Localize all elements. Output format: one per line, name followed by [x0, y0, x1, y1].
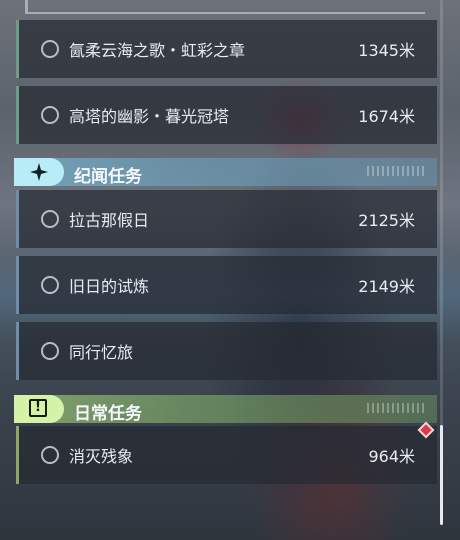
task-radio-icon[interactable] — [41, 446, 59, 464]
task-row[interactable]: 旧日的试炼 2149米 — [16, 256, 437, 314]
task-row[interactable]: 消灭残象 964米 — [16, 426, 437, 484]
sparkle-star-icon — [30, 163, 48, 181]
task-distance: 2149米 — [358, 277, 415, 296]
quest-list: 氤柔云海之歌・虹彩之章 1345米 高塔的幽影・暮光冠塔 1674米 纪闻任务 … — [0, 0, 460, 540]
task-distance: 1345米 — [358, 41, 415, 60]
task-name: 同行忆旅 — [69, 343, 134, 362]
task-radio-icon[interactable] — [41, 40, 59, 58]
task-radio-icon[interactable] — [41, 276, 59, 294]
task-distance: 1674米 — [358, 107, 415, 126]
task-radio-icon[interactable] — [41, 210, 59, 228]
task-distance: 964米 — [368, 447, 415, 466]
task-row[interactable]: 同行忆旅 — [16, 322, 437, 380]
section-decoration — [367, 166, 427, 176]
section-tab: ! — [14, 395, 64, 423]
section-tab — [14, 158, 64, 186]
scrollbar-thumb[interactable] — [440, 425, 443, 525]
task-name: 氤柔云海之歌・虹彩之章 — [69, 41, 246, 60]
task-distance: 2125米 — [358, 211, 415, 230]
task-row[interactable]: 高塔的幽影・暮光冠塔 1674米 — [16, 86, 437, 144]
task-name: 旧日的试炼 — [69, 277, 150, 296]
section-title: 日常任务 — [74, 404, 142, 424]
section-header-lore-quests[interactable]: 纪闻任务 — [14, 158, 437, 187]
section-header-daily-quests[interactable]: ! 日常任务 — [14, 395, 437, 424]
task-name: 消灭残象 — [69, 447, 134, 466]
task-row[interactable]: 拉古那假日 2125米 — [16, 190, 437, 248]
task-name: 拉古那假日 — [69, 211, 150, 230]
task-name: 高塔的幽影・暮光冠塔 — [69, 107, 230, 126]
task-radio-icon[interactable] — [41, 342, 59, 360]
alert-square-icon: ! — [29, 399, 47, 417]
section-title: 纪闻任务 — [74, 167, 142, 187]
section-decoration — [367, 403, 427, 413]
task-radio-icon[interactable] — [41, 106, 59, 124]
task-row[interactable]: 氤柔云海之歌・虹彩之章 1345米 — [16, 20, 437, 78]
list-top-frame — [25, 0, 425, 14]
